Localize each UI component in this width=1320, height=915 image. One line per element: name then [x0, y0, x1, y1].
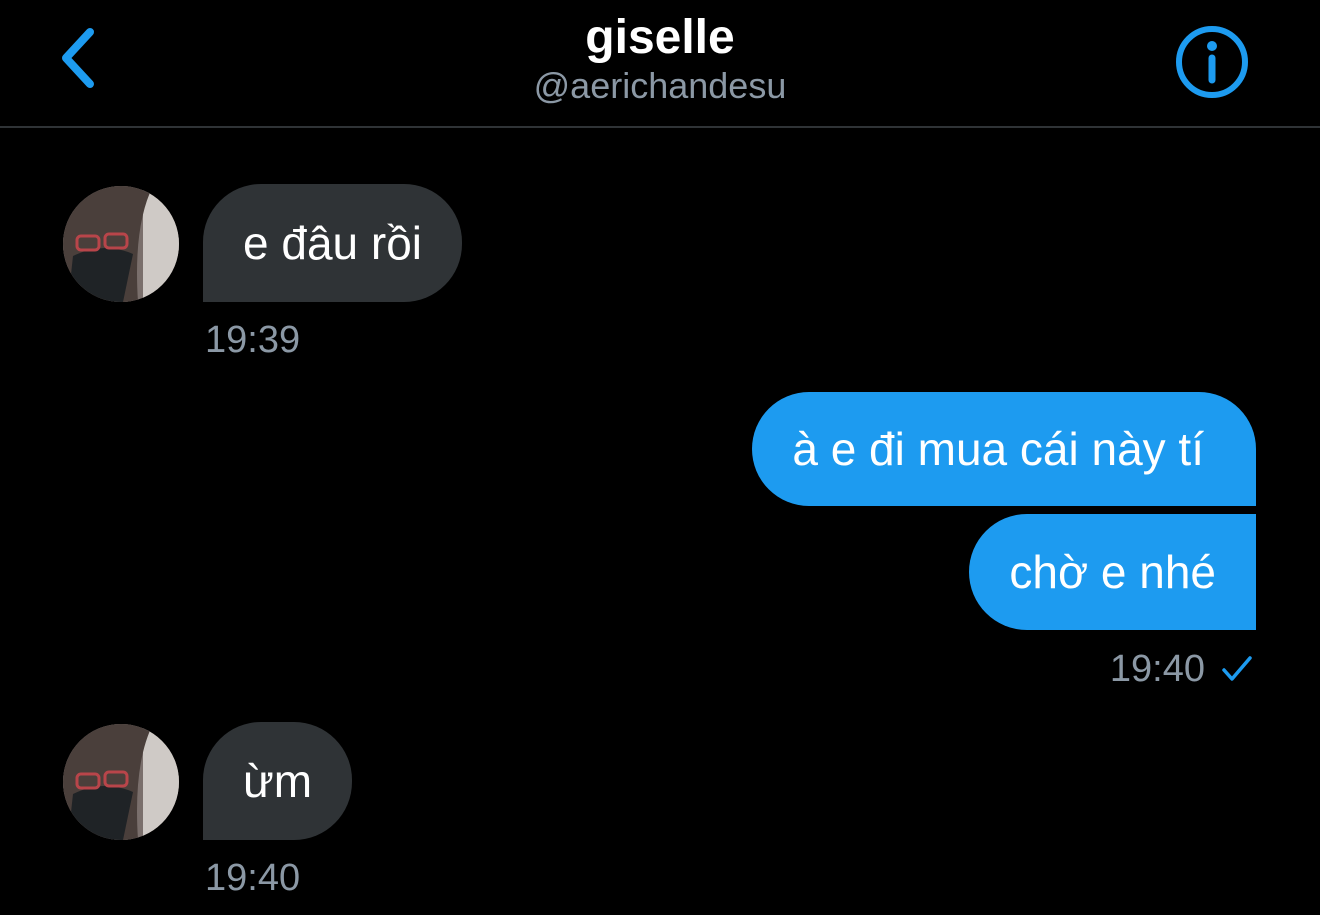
info-button[interactable]	[1174, 24, 1250, 100]
message-timestamp: 19:40	[1109, 648, 1205, 690]
message-bubble-incoming[interactable]: e đâu rồi	[203, 184, 463, 302]
conversation-header: giselle @aerichandesu	[0, 0, 1320, 128]
message-text: chờ e nhé	[1009, 546, 1216, 598]
message-text: e đâu rồi	[243, 217, 423, 269]
message-bubble-incoming[interactable]: ừm	[203, 722, 353, 840]
avatar-image	[63, 724, 179, 840]
message-bubble-outgoing[interactable]: chờ e nhé	[969, 514, 1256, 630]
contact-handle: @aerichandesu	[533, 65, 787, 106]
message-timestamp: 19:39	[205, 319, 301, 361]
message-text: à e đi mua cái này tí	[792, 423, 1204, 475]
contact-name: giselle	[585, 11, 735, 64]
message-timestamp: 19:40	[205, 857, 301, 899]
read-status	[1220, 652, 1254, 686]
checkmark-icon	[1222, 656, 1252, 681]
message-text: ừm	[243, 755, 313, 807]
contact-avatar[interactable]	[63, 186, 179, 302]
info-icon	[1176, 26, 1248, 98]
message-bubble-outgoing[interactable]: à e đi mua cái này tí	[752, 392, 1256, 506]
contact-avatar[interactable]	[63, 724, 179, 840]
avatar-image	[63, 186, 179, 302]
conversation-title-block[interactable]: giselle @aerichandesu	[0, 8, 1320, 108]
